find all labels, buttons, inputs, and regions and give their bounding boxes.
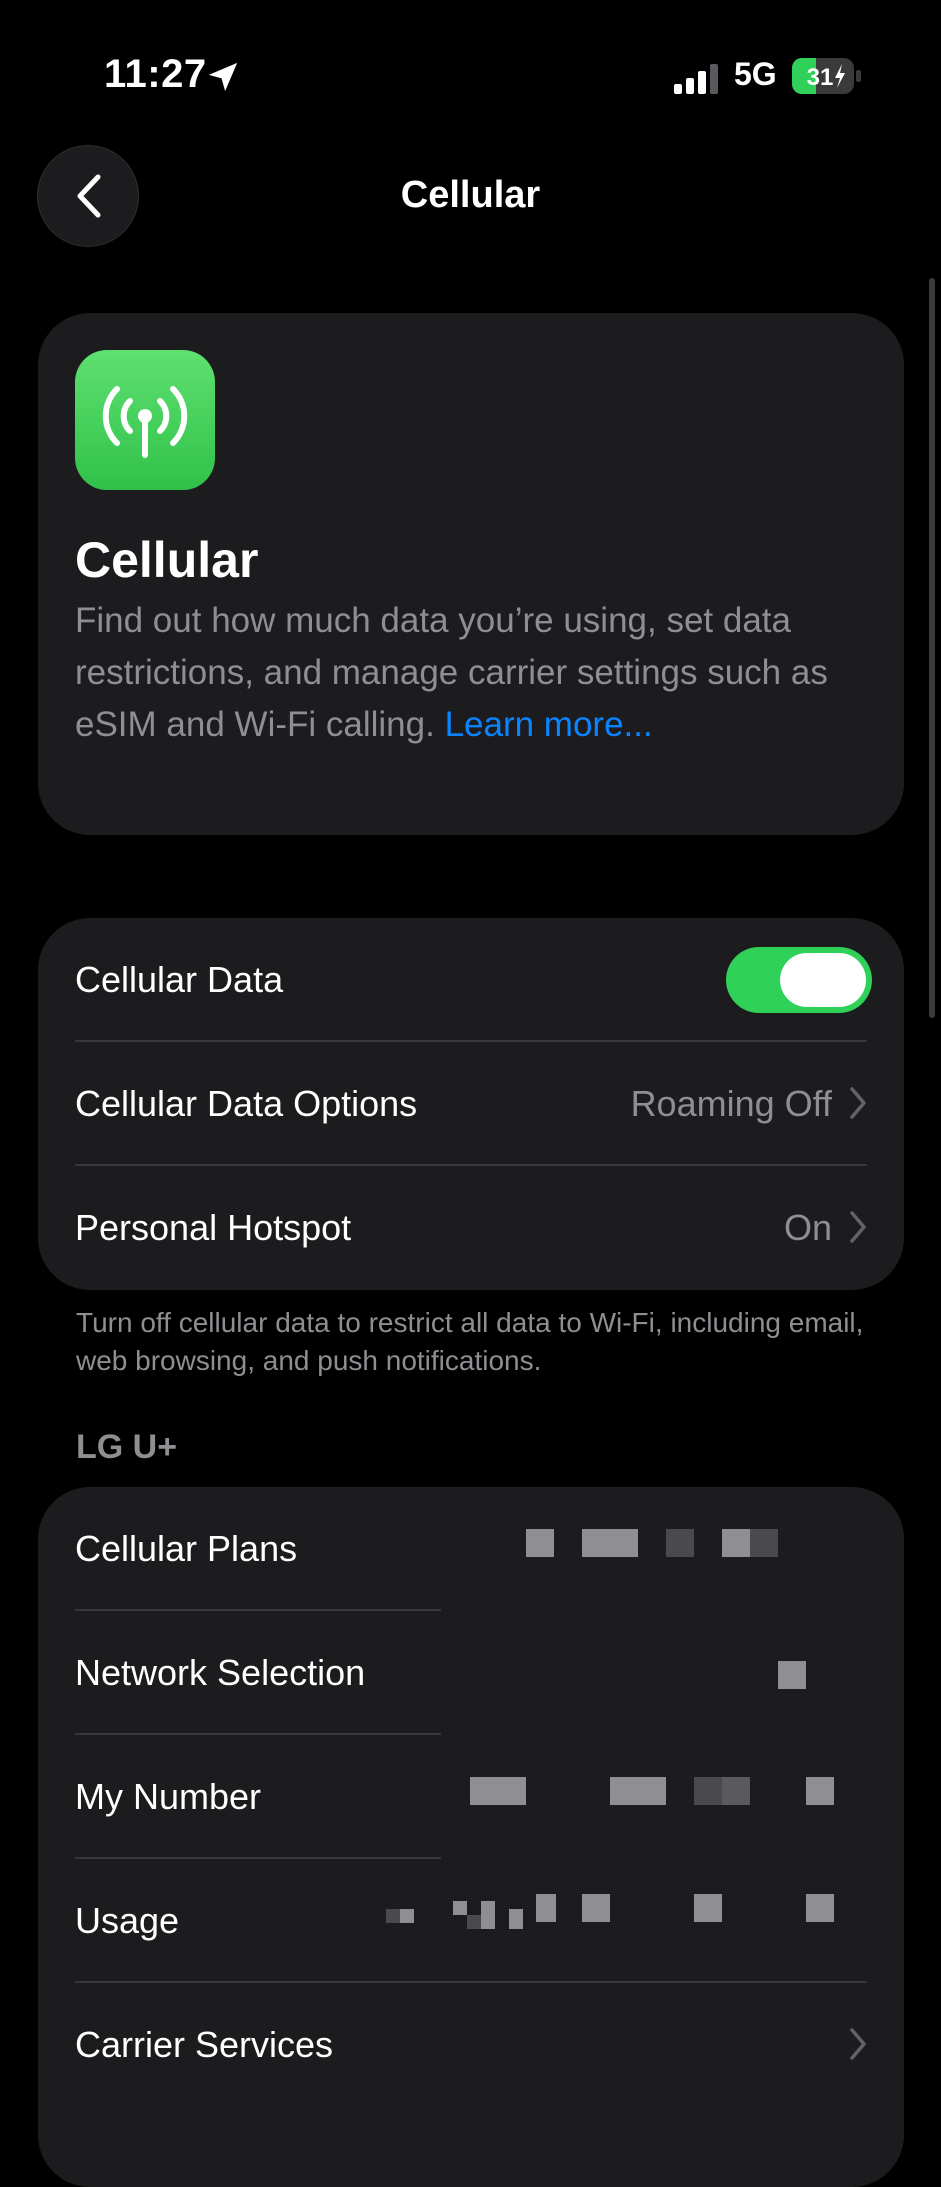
redacted-block (526, 1529, 554, 1557)
network-selection-row[interactable]: Network Selection (38, 1611, 904, 1735)
redacted-block (722, 1777, 750, 1805)
redacted-block (453, 1901, 467, 1915)
usage-label: Usage (75, 1900, 180, 1941)
redacted-block (778, 1661, 806, 1689)
hero-description: Find out how much data you’re using, set… (75, 595, 875, 751)
battery-level: 31 (807, 64, 834, 91)
cellular-data-row: Cellular Data (38, 918, 904, 1042)
carrier-services-label: Carrier Services (75, 2024, 334, 2065)
learn-more-link[interactable]: Learn more... (445, 705, 653, 744)
cellular-data-label: Cellular Data (75, 959, 284, 1000)
personal-hotspot-value: On (783, 1207, 832, 1248)
redacted-block (509, 1909, 523, 1929)
redacted-block (806, 1777, 834, 1805)
cellular-data-options-value: Roaming Off (630, 1083, 832, 1124)
scrollbar[interactable] (929, 278, 935, 1018)
my-number-label: My Number (75, 1776, 262, 1817)
redacted-block (694, 1777, 722, 1805)
cellular-plans-label: Cellular Plans (75, 1528, 298, 1569)
cellular-signal-icon (674, 64, 718, 94)
network-selection-label: Network Selection (75, 1652, 366, 1693)
cellular-plans-row[interactable]: Cellular Plans (38, 1487, 904, 1611)
redacted-block (582, 1894, 610, 1922)
status-time: 11:27 (104, 52, 207, 96)
redacted-block (750, 1529, 778, 1557)
cellular-data-options-row[interactable]: Cellular Data Options Roaming Off (38, 1042, 904, 1166)
hero-title: Cellular (75, 532, 259, 588)
cellular-info-card: Cellular Find out how much data you’re u… (38, 313, 904, 835)
redacted-block (470, 1777, 526, 1805)
location-arrow-icon (208, 62, 238, 92)
redacted-block (722, 1529, 750, 1557)
chevron-right-icon (850, 1087, 866, 1119)
redacted-block (694, 1894, 722, 1922)
personal-hotspot-label: Personal Hotspot (75, 1207, 352, 1248)
my-number-row[interactable]: My Number (38, 1735, 904, 1859)
carrier-group: Cellular Plans Network Selection My Numb… (38, 1487, 904, 2187)
cellular-data-group: Cellular Data Cellular Data Options Roam… (38, 918, 904, 1290)
redacted-block (536, 1894, 556, 1922)
redacted-block (481, 1901, 495, 1929)
redacted-block (400, 1909, 414, 1923)
redacted-block (666, 1529, 694, 1557)
cellular-data-options-label: Cellular Data Options (75, 1083, 418, 1124)
redacted-block (582, 1529, 638, 1557)
cellular-data-footer: Turn off cellular data to restrict all d… (76, 1307, 864, 1376)
chevron-right-icon (850, 1211, 866, 1243)
usage-row[interactable]: Usage (38, 1859, 904, 1983)
battery-icon: 31 (792, 58, 861, 94)
chevron-right-icon (850, 2028, 866, 2060)
carrier-section-header: LG U+ (76, 1428, 178, 1466)
cellular-antenna-icon (75, 350, 215, 490)
redacted-block (386, 1909, 400, 1923)
redacted-block (806, 1894, 834, 1922)
redacted-block (610, 1777, 666, 1805)
toggle-knob (780, 953, 866, 1007)
page-title: Cellular (400, 174, 541, 216)
network-type: 5G (734, 56, 777, 92)
carrier-services-row[interactable]: Carrier Services (38, 1983, 904, 2107)
cellular-data-toggle[interactable] (726, 947, 872, 1013)
personal-hotspot-row[interactable]: Personal Hotspot On (38, 1166, 904, 1290)
redacted-block (467, 1915, 481, 1929)
